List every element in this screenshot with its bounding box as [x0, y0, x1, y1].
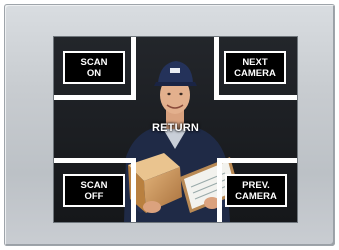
prev-camera-button[interactable]: PREV. CAMERA — [225, 174, 287, 207]
scan-off-button[interactable]: SCAN OFF — [63, 174, 125, 207]
frame-line — [214, 95, 297, 100]
frame-line — [217, 158, 222, 222]
frame-line — [131, 158, 136, 222]
frame-line — [131, 37, 136, 100]
scan-on-button[interactable]: SCAN ON — [63, 51, 125, 84]
frame-line — [214, 37, 219, 100]
return-button[interactable]: RETURN — [54, 122, 297, 134]
frame-line — [54, 95, 134, 100]
next-camera-button[interactable]: NEXT CAMERA — [224, 51, 286, 84]
frame-line — [54, 158, 136, 163]
frame-line — [217, 158, 297, 163]
next-camera-label: NEXT CAMERA — [234, 56, 276, 79]
prev-camera-label: PREV. CAMERA — [235, 179, 277, 202]
scan-off-label: SCAN OFF — [80, 179, 108, 202]
camera-screen: SCAN ON NEXT CAMERA RETURN SCAN OFF PREV… — [53, 36, 298, 223]
scan-on-label: SCAN ON — [80, 56, 108, 79]
